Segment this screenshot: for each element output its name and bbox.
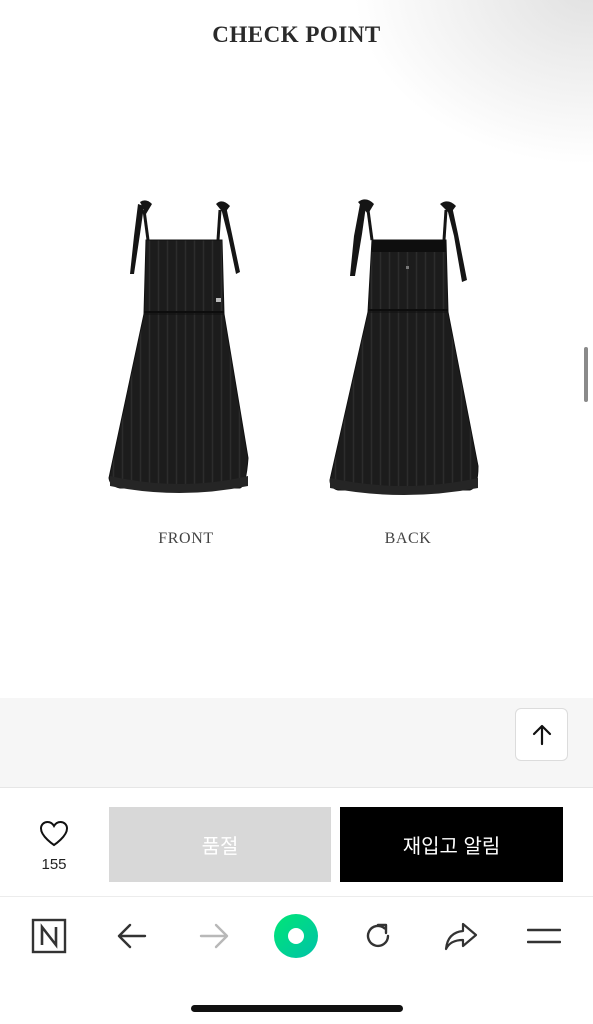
- forward-arrow-icon: [199, 923, 229, 949]
- browser-toolbar: [0, 896, 593, 1024]
- menu-icon: [527, 928, 561, 944]
- share-icon: [444, 922, 478, 951]
- back-caption: BACK: [384, 530, 432, 547]
- dress-back-image: [329, 199, 479, 495]
- product-detail-content: CHECK POINT FRONT BACK: [0, 0, 593, 698]
- green-dot-button[interactable]: [274, 914, 318, 958]
- heart-outline-icon: [39, 820, 69, 847]
- green-circle-icon: [274, 914, 318, 958]
- forward-button[interactable]: [192, 914, 236, 958]
- gray-divider-band: [0, 698, 593, 788]
- section-title: CHECK POINT: [212, 22, 381, 47]
- purchase-action-bar: 155 품절 재입고 알림: [0, 788, 593, 896]
- scroll-to-top-button[interactable]: [515, 708, 568, 761]
- restock-alert-button[interactable]: 재입고 알림: [340, 807, 563, 882]
- back-arrow-icon: [117, 923, 147, 949]
- naver-n-icon: [31, 918, 67, 954]
- back-button[interactable]: [110, 914, 154, 958]
- soldout-button[interactable]: 품절: [109, 807, 331, 882]
- scrollbar-thumb[interactable]: [584, 347, 588, 402]
- like-count: 155: [41, 856, 67, 873]
- refresh-button[interactable]: [356, 914, 400, 958]
- like-button[interactable]: 155: [24, 820, 84, 873]
- share-button[interactable]: [439, 914, 483, 958]
- menu-button[interactable]: [522, 914, 566, 958]
- front-caption: FRONT: [158, 530, 214, 547]
- refresh-icon: [366, 923, 390, 948]
- naver-home-button[interactable]: [27, 914, 71, 958]
- home-indicator[interactable]: [191, 1005, 403, 1012]
- dress-front-image: [108, 200, 249, 493]
- arrow-up-icon: [532, 724, 551, 745]
